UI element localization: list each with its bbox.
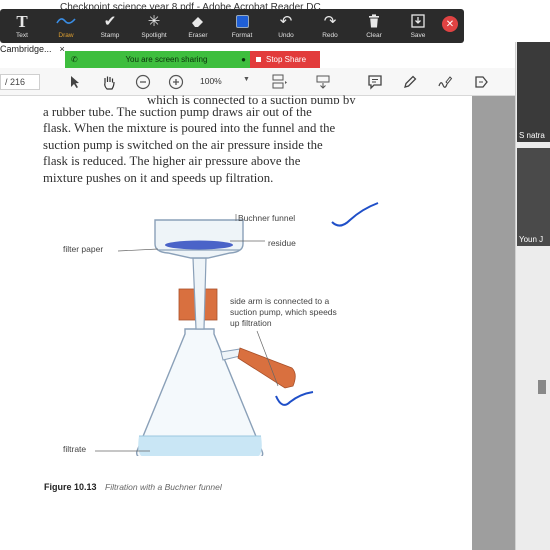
shield-icon: ● [241, 55, 246, 64]
undo-icon: ↶ [279, 12, 293, 30]
spotlight-tool-label: Spotlight [141, 32, 167, 39]
filtrate-liquid [138, 436, 262, 456]
phone-icon: ✆ [71, 55, 78, 64]
stop-icon [256, 57, 261, 62]
annotation-check [275, 391, 314, 406]
fit-page-icon[interactable] [270, 73, 288, 91]
label-filter-paper: filter paper [63, 244, 104, 254]
screen: Checkpoint science year 8.pdf - Adobe Ac… [0, 0, 550, 550]
funnel-bowl [154, 219, 244, 259]
label-residue: residue [268, 238, 296, 248]
eraser-tool-button[interactable]: Eraser [176, 9, 220, 43]
participant-name: Youn J [519, 235, 544, 244]
clear-label: Clear [366, 32, 382, 39]
text-tool-button[interactable]: T Text [0, 9, 44, 43]
eraser-icon [187, 12, 209, 30]
undo-button[interactable]: ↶ Undo [264, 9, 308, 43]
sharing-status: ✆ You are screen sharing ● [65, 51, 250, 68]
tab-label: Cambridge... [0, 43, 52, 54]
zoom-dropdown-icon[interactable]: ▼ [243, 76, 250, 83]
label-filtrate: filtrate [63, 444, 87, 454]
redo-button[interactable]: ↷ Redo [308, 9, 352, 43]
scroll-mode-icon[interactable] [314, 73, 332, 91]
share-tool-icon[interactable] [472, 73, 490, 91]
spotlight-icon: ✳ [147, 12, 161, 30]
checkmark-icon: ✔ [103, 12, 117, 30]
draw-tool-label: Draw [58, 32, 74, 39]
viewer-background [472, 96, 515, 550]
pdf-page: which is connected to a suction pump by … [0, 93, 472, 550]
pen-icon[interactable] [401, 73, 419, 91]
residue [165, 240, 233, 250]
spotlight-tool-button[interactable]: ✳ Spotlight [132, 9, 176, 43]
close-icon: ✕ [445, 18, 455, 30]
color-swatch-icon [231, 12, 253, 30]
stop-share-label: Stop Share [266, 55, 307, 64]
side-arm [220, 348, 241, 361]
select-cursor-icon[interactable] [66, 73, 84, 91]
hand-tool-icon[interactable] [100, 73, 118, 91]
page-number-field[interactable]: / 216 [0, 74, 40, 90]
page-total: / 216 [5, 77, 26, 87]
undo-label: Undo [278, 32, 294, 39]
clear-button[interactable]: Clear [352, 9, 396, 43]
save-button[interactable]: Save [396, 9, 440, 43]
funnel-stem [192, 257, 207, 330]
save-icon [407, 12, 429, 30]
annotation-toolbar: T Text Draw ✔ Stamp ✳ Spotlight Eraser F… [0, 9, 464, 43]
tab-close-icon[interactable]: × [60, 44, 65, 54]
redo-label: Redo [322, 32, 338, 39]
comment-icon[interactable] [366, 73, 384, 91]
participant-video-tile[interactable]: Youn J [517, 148, 550, 246]
zoom-in-icon[interactable] [167, 73, 185, 91]
figure-number: Figure 10.13 [44, 482, 97, 492]
close-annotation-button[interactable]: ✕ [442, 16, 458, 32]
annotation-check [331, 202, 379, 227]
label-side-arm: side arm is connected to a [230, 296, 330, 306]
participant-name: S natra [519, 131, 545, 140]
label-buchner-funnel: Buchner funnel [238, 213, 296, 223]
label-side-arm: suction pump, which speeds [230, 307, 337, 317]
buchner-funnel-diagram [95, 202, 379, 456]
eraser-tool-label: Eraser [188, 32, 208, 39]
zoom-out-icon[interactable] [134, 73, 152, 91]
zoom-level[interactable]: 100% [200, 76, 242, 86]
trash-icon [363, 12, 385, 30]
sign-icon[interactable] [436, 73, 454, 91]
document-tab[interactable]: Cambridge... × [0, 42, 65, 55]
format-tool-label: Format [231, 32, 253, 39]
figure-caption-text: Filtration with a Buchner funnel [105, 482, 222, 492]
scrollbar-thumb[interactable] [538, 380, 546, 394]
save-label: Save [410, 32, 426, 39]
label-side-arm: up filtration [230, 318, 272, 328]
stamp-tool-button[interactable]: ✔ Stamp [88, 9, 132, 43]
draw-tool-button[interactable]: Draw [44, 9, 88, 43]
rubber-tube [237, 347, 296, 389]
format-tool-button[interactable]: Format [220, 9, 264, 43]
screen-share-banner: ✆ You are screen sharing ● Stop Share [65, 51, 320, 68]
figure-caption: Figure 10.13 Filtration with a Buchner f… [44, 482, 222, 492]
participant-video-tile[interactable]: S natra [517, 42, 550, 142]
squiggle-icon [55, 12, 77, 30]
text-icon: T [16, 11, 28, 31]
text-tool-label: Text [16, 32, 28, 39]
stop-share-button[interactable]: Stop Share [250, 51, 320, 68]
stamp-tool-label: Stamp [100, 32, 120, 39]
redo-icon: ↷ [323, 12, 337, 30]
sharing-status-text: You are screen sharing [125, 55, 208, 64]
